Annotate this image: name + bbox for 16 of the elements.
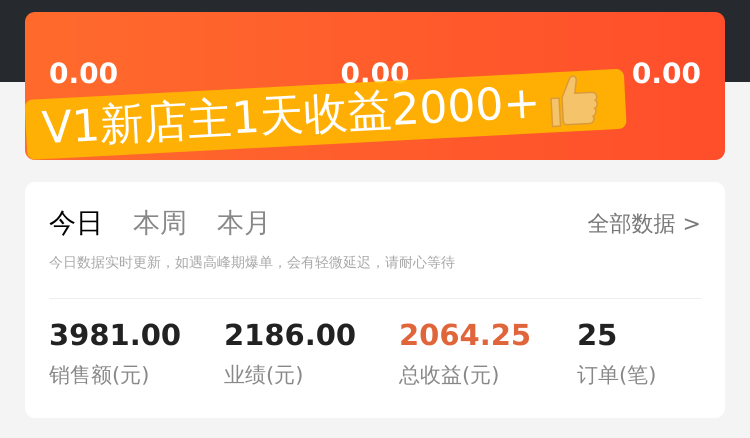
period-tab[interactable]: 本周 (133, 204, 187, 244)
metric-value: 3981.00 (49, 320, 182, 350)
earnings-value: 0.00 (340, 60, 410, 88)
metric-label: 订单(笔) (577, 362, 658, 388)
metric-value: 2186.00 (224, 320, 358, 350)
all-data-link[interactable]: 全部数据 > (588, 208, 701, 241)
metric-label: 业绩(元) (224, 362, 304, 388)
earnings-value: 0.00 (49, 60, 118, 88)
earnings-value: 0.00 (632, 60, 701, 88)
period-tab[interactable]: 本月 (217, 204, 271, 244)
metric-label: 总收益(元) (399, 362, 500, 388)
hint-text: 今日数据实时更新，如遇高峰期爆单，会有轻微延迟，请耐心等待 (49, 254, 456, 272)
period-tab[interactable]: 今日 (49, 204, 103, 244)
metric-label: 销售额(元) (49, 362, 150, 388)
metric-value: 2064.25 (399, 320, 532, 350)
metric-value: 25 (577, 320, 618, 350)
